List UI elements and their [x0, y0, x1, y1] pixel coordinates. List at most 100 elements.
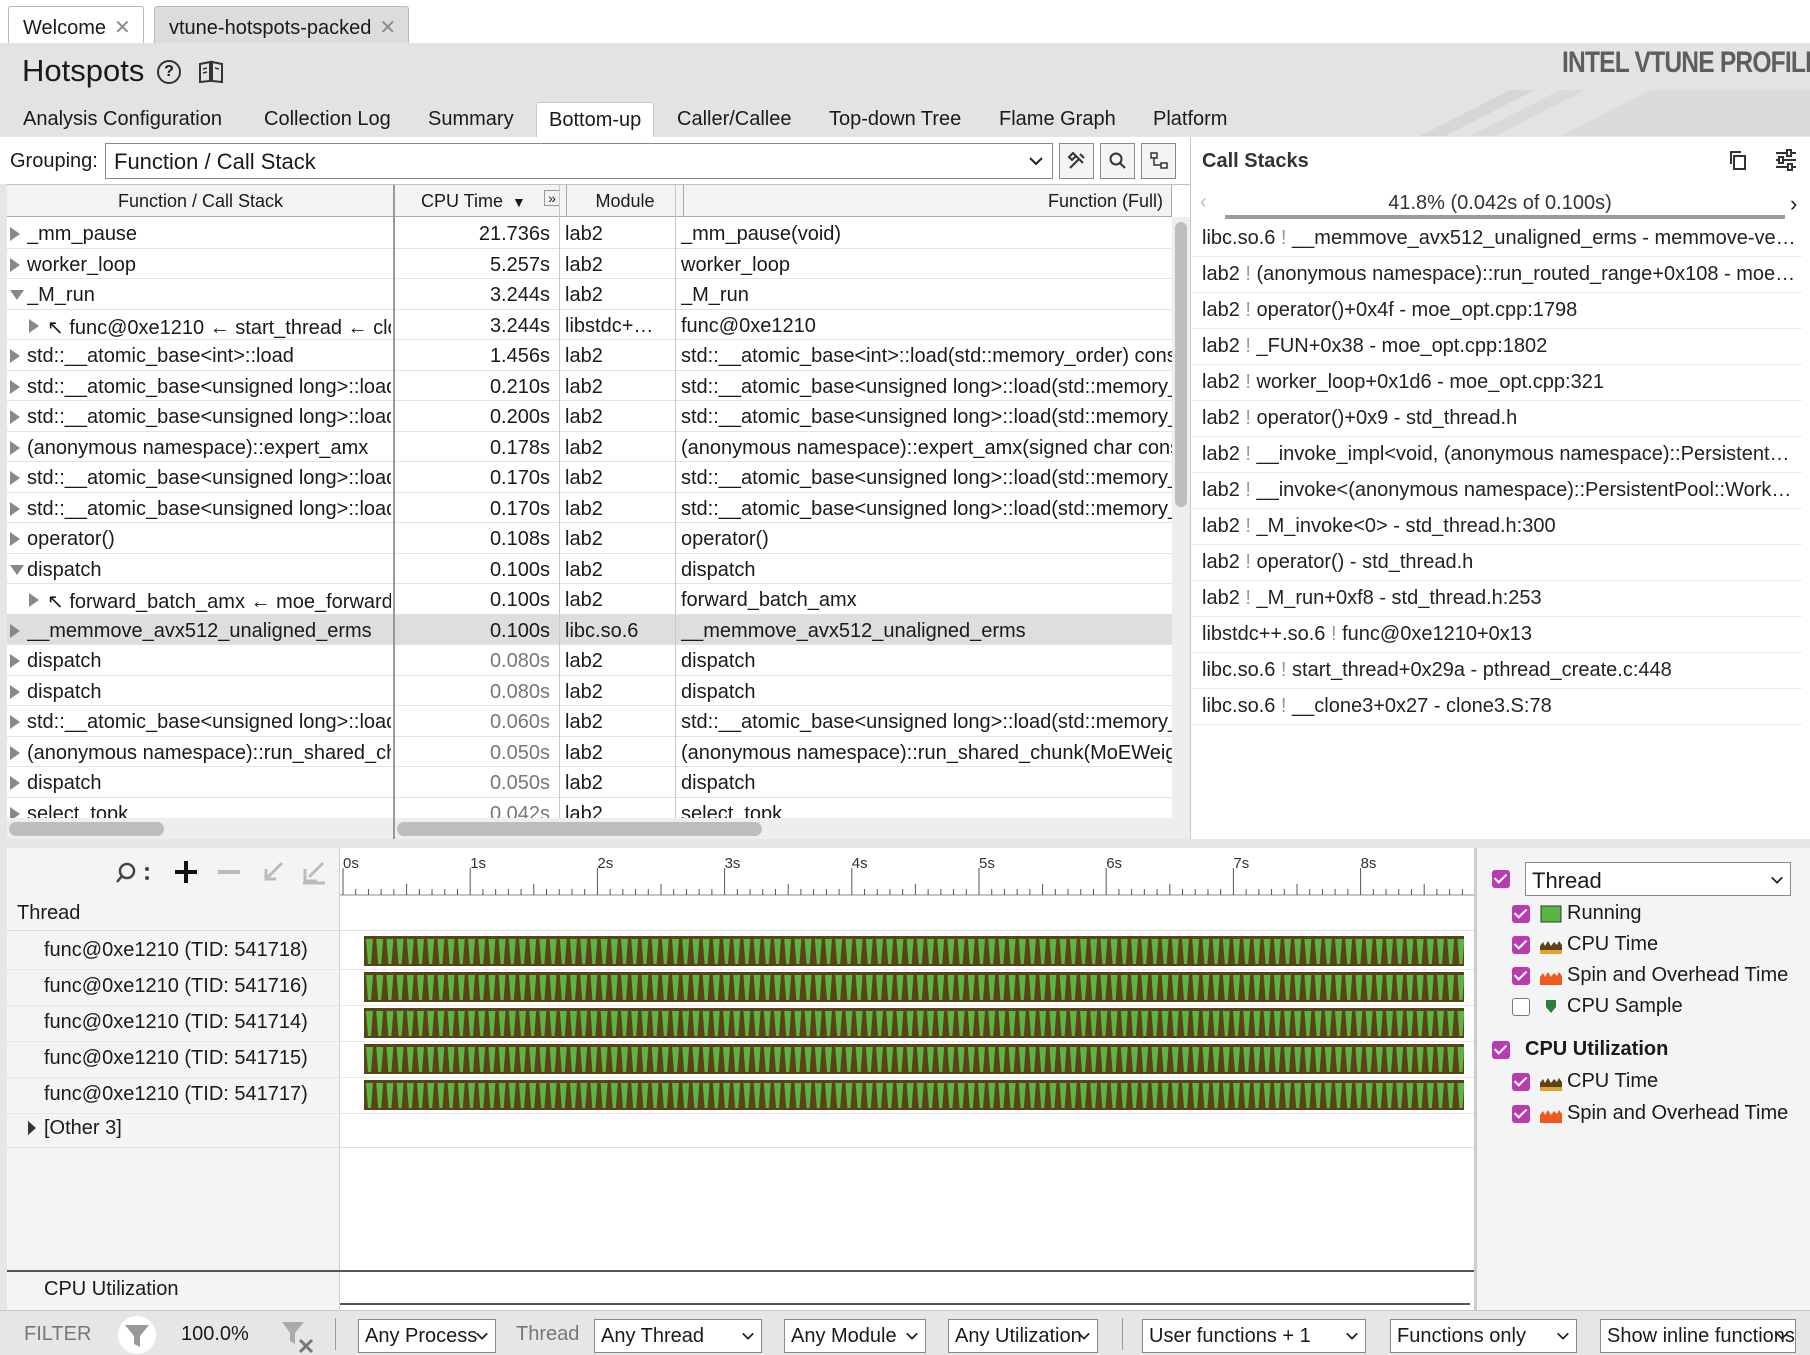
close-icon[interactable]: ✕ [379, 17, 396, 39]
tab-bottom-up[interactable]: Bottom-up [536, 102, 655, 138]
table-row[interactable]: _M_run 3.244s lab2 _M_run [7, 279, 1172, 310]
thread-row-label[interactable]: func@0xe1210 (TID: 541718) [44, 939, 308, 962]
column-divider[interactable] [675, 185, 676, 839]
tab-analysis-configuration[interactable]: Analysis Configuration [11, 102, 234, 138]
collapse-icon[interactable] [10, 290, 24, 300]
expand-icon[interactable] [10, 379, 20, 394]
column-divider[interactable] [393, 185, 395, 839]
help-icon[interactable]: ? [157, 60, 181, 84]
expand-icon[interactable] [10, 471, 20, 485]
thread-activity-bar[interactable] [364, 1044, 1464, 1074]
expand-icon[interactable] [10, 745, 20, 760]
call-stack-frame[interactable]: lab2 ! operator() - std_thread.h [1192, 545, 1802, 581]
book-icon[interactable] [198, 60, 224, 84]
table-row[interactable]: dispatch 0.080s lab2 dispatch [7, 676, 1172, 706]
table-row[interactable]: std::__atomic_base<unsigned long>::load 0… [7, 371, 1172, 401]
table-row[interactable]: dispatch 0.050s lab2 dispatch [7, 767, 1172, 798]
legend-checkbox[interactable] [1512, 936, 1530, 954]
expand-icon[interactable] [10, 776, 20, 790]
cpu-utilization-checkbox[interactable] [1492, 1041, 1510, 1059]
tab-summary[interactable]: Summary [416, 102, 526, 138]
timeline-ruler[interactable]: 0s 1s 2s 3s 4s 5s 6s 7s 8s [340, 848, 1474, 896]
scrollbar-thumb[interactable] [9, 822, 164, 836]
collapse-icon[interactable] [10, 564, 24, 575]
column-header-cpu-time[interactable]: CPU Time ▼ » [395, 185, 567, 217]
table-row[interactable]: __memmove_avx512_unaligned_erms 0.100s lib… [7, 614, 1172, 645]
table-row[interactable]: (anonymous namespace)::expert_amx 0.178s l… [7, 432, 1172, 462]
thread-activity-bar[interactable] [364, 1008, 1464, 1038]
column-header-function-full[interactable]: Function (Full) [684, 185, 1172, 217]
expand-icon[interactable] [29, 593, 39, 607]
table-row[interactable]: ↖ func@0xe1210 ← start_thread ← clone3 3.… [7, 310, 1172, 340]
call-stack-frame[interactable]: lab2 ! _M_invoke<0> - std_thread.h:300 [1192, 509, 1802, 545]
zoom-out-icon[interactable] [216, 859, 242, 885]
table-row[interactable]: worker_loop 5.257s lab2 worker_loop [7, 249, 1172, 279]
expand-icon[interactable] [10, 501, 20, 516]
table-row[interactable]: std::__atomic_base<unsigned long>::load 0… [7, 401, 1172, 432]
tree-view-button[interactable] [1141, 143, 1176, 179]
call-stack-frame[interactable]: lab2 ! __invoke<(anonymous namespace)::P… [1192, 473, 1802, 509]
editor-tab-vtune-hotspots-packed[interactable]: vtune-hotspots-packed ✕ [154, 6, 410, 43]
editor-tab-welcome[interactable]: Welcome ✕ [8, 6, 144, 43]
table-row[interactable]: std::__atomic_base<unsigned long>::load 0… [7, 706, 1172, 737]
customize-grouping-button[interactable] [1059, 143, 1094, 179]
call-stack-frame[interactable]: lab2 ! operator()+0x9 - std_thread.h [1192, 401, 1802, 437]
process-filter-select[interactable]: Any Process [358, 1319, 496, 1353]
thread-row-label[interactable]: func@0xe1210 (TID: 541716) [44, 975, 308, 998]
table-row[interactable]: std::__atomic_base<unsigned long>::load 0… [7, 462, 1172, 493]
undo-zoom-icon[interactable] [301, 859, 327, 885]
table-row[interactable]: std::__atomic_base<unsigned long>::load 0… [7, 493, 1172, 523]
table-row[interactable]: std::__atomic_base<int>::load 1.456s lab2 s… [7, 340, 1172, 371]
table-row[interactable]: dispatch 0.080s lab2 dispatch [7, 645, 1172, 676]
expand-icon[interactable] [10, 654, 20, 668]
scrollbar-thumb[interactable] [397, 822, 762, 836]
zoom-in-icon[interactable] [173, 859, 199, 885]
thread-row-label[interactable]: func@0xe1210 (TID: 541717) [44, 1083, 308, 1106]
column-header-function[interactable]: Function / Call Stack [7, 185, 395, 217]
call-stack-frame[interactable]: lab2 ! _FUN+0x38 - moe_opt.cpp:1802 [1192, 329, 1802, 365]
expand-icon[interactable] [10, 410, 20, 424]
table-row[interactable]: _mm_pause 21.736s lab2 _mm_pause(void) [7, 218, 1172, 249]
functions-only-select[interactable]: Functions only [1390, 1319, 1577, 1353]
expand-icon[interactable] [10, 257, 20, 272]
column-header-module[interactable]: Module [567, 185, 684, 217]
legend-band-select[interactable]: Thread [1525, 862, 1791, 896]
thread-other-group[interactable]: [Other 3] [44, 1117, 122, 1140]
expand-icon[interactable] [10, 532, 20, 546]
stack-navigator-track[interactable] [1225, 215, 1785, 219]
close-icon[interactable]: ✕ [114, 17, 131, 39]
search-button[interactable] [1100, 143, 1135, 179]
settings-sliders-icon[interactable] [1774, 149, 1798, 171]
legend-checkbox[interactable] [1512, 998, 1530, 1016]
call-stack-frame[interactable]: lab2 ! __invoke_impl<void, (anonymous na… [1192, 437, 1802, 473]
scrollbar-thumb[interactable] [1175, 222, 1187, 507]
thread-band-checkbox[interactable] [1492, 870, 1510, 888]
call-stack-frame[interactable]: lab2 ! (anonymous namespace)::run_routed… [1192, 257, 1802, 293]
zoom-to-selection-icon[interactable] [260, 859, 286, 885]
grouping-select[interactable]: Function / Call Stack [105, 143, 1053, 179]
call-stack-frame[interactable]: libc.so.6 ! __memmove_avx512_unaligned_e… [1192, 221, 1802, 257]
module-filter-select[interactable]: Any Module [784, 1319, 926, 1353]
table-row[interactable]: dispatch 0.100s lab2 dispatch [7, 554, 1172, 584]
thread-filter-select[interactable]: Any Thread [594, 1319, 762, 1353]
table-row[interactable]: ↖ forward_batch_amx ← moe_forward 0.100s l… [7, 584, 1172, 615]
thread-row-label[interactable]: func@0xe1210 (TID: 541715) [44, 1047, 308, 1070]
horizontal-scrollbar[interactable] [7, 818, 393, 839]
thread-activity-bar[interactable] [364, 936, 1464, 966]
table-row[interactable]: (anonymous namespace)::run_shared_chunk 0… [7, 737, 1172, 767]
table-row[interactable]: operator() 0.108s lab2 operator() [7, 523, 1172, 554]
splitter-handle-icon[interactable] [893, 841, 937, 858]
legend-checkbox[interactable] [1512, 1073, 1530, 1091]
expand-icon[interactable] [10, 440, 20, 455]
expand-icon[interactable] [10, 227, 20, 241]
legend-checkbox[interactable] [1512, 967, 1530, 985]
expand-icon[interactable] [10, 715, 20, 729]
utilization-filter-select[interactable]: Any Utilization [948, 1319, 1098, 1353]
vertical-scrollbar[interactable] [1172, 217, 1190, 839]
expand-icon[interactable] [29, 318, 39, 333]
legend-checkbox[interactable] [1512, 905, 1530, 923]
legend-checkbox[interactable] [1512, 1105, 1530, 1123]
thread-row-label[interactable]: func@0xe1210 (TID: 541714) [44, 1011, 308, 1034]
tab-caller-callee[interactable]: Caller/Callee [665, 102, 804, 138]
thread-activity-bar[interactable] [364, 1080, 1464, 1110]
